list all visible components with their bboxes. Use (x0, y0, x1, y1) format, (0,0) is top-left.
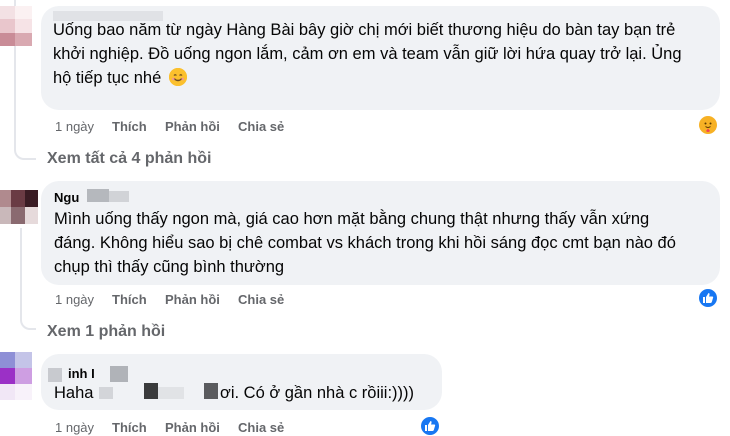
comment-text-line: Uống bao năm từ ngày Hàng Bài bây giờ ch… (53, 21, 676, 39)
comment-bubble: Uống bao năm từ ngày Hàng Bài bây giờ ch… (41, 6, 720, 110)
like-button[interactable]: Thích (112, 420, 147, 435)
comment-text-line: Mình uống thấy ngon mà, giá cao hơn mặt … (54, 210, 650, 228)
author-name-redacted (110, 366, 128, 382)
thread-connector (14, 140, 36, 160)
view-replies-link[interactable]: Xem tất cả 4 phản hồi (47, 150, 211, 168)
share-button[interactable]: Chia sẻ (238, 420, 284, 435)
comment-actions: 1 ngày Thích Phản hồi Chia sẻ (55, 292, 355, 308)
thread-connector (20, 308, 36, 330)
comment-bubble: Ngu Mình uống thấy ngon mà, giá cao hơn … (41, 181, 720, 285)
avatar[interactable] (0, 190, 38, 224)
like-reaction-icon[interactable] (698, 288, 718, 308)
comment-text-redacted (158, 387, 184, 399)
smiling-face-emoji-icon (168, 68, 187, 86)
comment-actions: 1 ngày Thích Phản hồi Chia sẻ (55, 119, 355, 135)
comment-text-line: khởi nghiệp. Đồ uống ngon lắm, cảm ơn em… (53, 45, 682, 63)
timestamp[interactable]: 1 ngày (55, 420, 94, 435)
comment-text-redacted (99, 387, 113, 399)
like-reaction-icon[interactable] (420, 416, 440, 436)
author-name[interactable]: Ngu (54, 190, 79, 205)
comment-text-redacted (204, 383, 218, 399)
comment-bubble: inh I Haha ơi. Có ở gần nhà c rồiii:)))) (41, 354, 442, 410)
like-button[interactable]: Thích (112, 292, 147, 307)
author-name-redacted (48, 368, 62, 382)
author-name-redacted (109, 191, 129, 202)
share-button[interactable]: Chia sẻ (238, 292, 284, 307)
timestamp[interactable]: 1 ngày (55, 292, 94, 307)
comment-text-redacted (144, 383, 158, 399)
view-replies-link[interactable]: Xem 1 phản hồi (47, 323, 165, 341)
comment-text-fragment: Haha (54, 384, 94, 402)
share-button[interactable]: Chia sẻ (238, 119, 284, 134)
comment-text-line: đáng. Không hiểu sao bị chê combat vs kh… (54, 234, 676, 252)
reply-button[interactable]: Phản hồi (165, 292, 220, 307)
comment-text-fragment: ơi. Có ở gần nhà c rồiii:)))) (220, 384, 415, 402)
avatar[interactable] (0, 352, 32, 400)
comment-text-line: chụp thì thấy cũng bình thường (54, 258, 285, 276)
avatar[interactable] (0, 6, 32, 46)
comment-actions: 1 ngày Thích Phản hồi Chia sẻ (55, 420, 355, 436)
reply-button[interactable]: Phản hồi (165, 119, 220, 134)
comment-text-line-3: hộ tiếp tục nhé (53, 66, 187, 90)
thread-line (20, 228, 22, 316)
reply-button[interactable]: Phản hồi (165, 420, 220, 435)
comment-text-fragment: hộ tiếp tục nhé (53, 69, 162, 87)
like-button[interactable]: Thích (112, 119, 147, 134)
author-name[interactable]: inh I (68, 366, 95, 381)
care-reaction-icon[interactable] (698, 115, 718, 135)
timestamp[interactable]: 1 ngày (55, 119, 94, 134)
author-name-redacted (87, 189, 109, 202)
